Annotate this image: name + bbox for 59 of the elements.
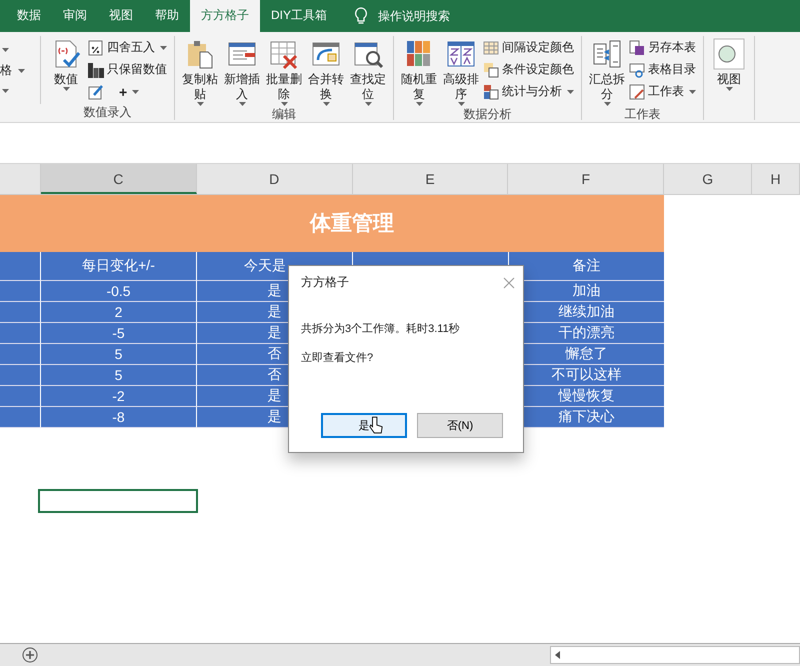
ribbon-tab[interactable]: 审阅 xyxy=(52,0,98,32)
table-cell: -2 xyxy=(40,386,196,407)
dialog-button[interactable]: 是 xyxy=(321,413,407,438)
group-label: 工作表 xyxy=(624,106,662,122)
ribbon-command[interactable]: 另存本表 xyxy=(629,38,698,57)
ribbon-button-label: 汇总拆分 xyxy=(588,72,626,102)
ribbon-button-label: 随机重复 xyxy=(400,72,438,102)
ribbon-command[interactable]: 四舍五入 xyxy=(88,38,169,57)
ribbon-command[interactable]: 统计与分析 xyxy=(483,82,576,101)
ribbon-tab[interactable]: 方方格子 xyxy=(190,0,260,32)
ribbon-command[interactable]: 条件设定颜色 xyxy=(483,60,576,79)
ribbon-button-label: 查找定位 xyxy=(349,72,387,102)
ribbon-button-label: 视图 xyxy=(716,72,742,87)
column-header[interactable]: G xyxy=(664,164,752,194)
table-title: 体重管理 xyxy=(40,195,664,252)
group-label: 编辑 xyxy=(271,106,297,122)
ribbon-button-label: 批量删除 xyxy=(265,72,303,102)
column-header[interactable]: C xyxy=(40,164,197,194)
table-cell: 5 xyxy=(40,344,196,365)
ribbon-button[interactable]: 合并转换 xyxy=(306,36,346,106)
ribbon-button-label: 数值 xyxy=(53,72,79,87)
table-cell: 5 xyxy=(40,365,196,386)
ribbon-button-label: 新增插入 xyxy=(223,72,261,102)
tell-me-search[interactable]: 操作说明搜索 xyxy=(378,8,450,24)
group-label: 数据分析 xyxy=(462,106,512,122)
ribbon-command[interactable]: 表格目录 xyxy=(629,60,698,79)
ribbon-command[interactable]: + xyxy=(88,82,169,101)
column-header[interactable]: F xyxy=(508,164,664,194)
ribbon-command[interactable]: 间隔设定颜色 xyxy=(483,38,576,57)
ribbon-tab[interactable]: 数据 xyxy=(6,0,52,32)
ribbon-button[interactable]: 随机重复 xyxy=(399,36,439,106)
table-cell: 2 xyxy=(40,302,196,323)
ribbon-command[interactable]: 只保留数值 xyxy=(88,60,169,79)
group-label: 数值录入 xyxy=(82,104,132,120)
table-header: 每日变化+/- xyxy=(40,252,196,281)
column-header[interactable]: H xyxy=(752,164,800,194)
ribbon-tab[interactable]: 视图 xyxy=(98,0,144,32)
ribbon-button-label: 合并转换 xyxy=(307,72,345,102)
column-header[interactable]: D xyxy=(196,164,353,194)
column-header[interactable]: E xyxy=(352,164,508,194)
ribbon-button[interactable]: 新增插入 xyxy=(222,36,262,106)
ribbon-tab[interactable]: 帮助 xyxy=(144,0,190,32)
ribbon-button[interactable]: 批量删除 xyxy=(264,36,304,106)
ribbon-tab[interactable]: DIY工具箱 xyxy=(260,0,338,32)
ribbon-button[interactable]: 复制粘贴 xyxy=(180,36,220,106)
table-cell: -0.5 xyxy=(40,281,196,302)
ribbon-command[interactable]: 格 xyxy=(0,62,12,79)
ribbon-button[interactable]: 视图 xyxy=(709,36,749,120)
table-cell: -5 xyxy=(40,323,196,344)
ribbon-button[interactable]: 高级排序 xyxy=(441,36,481,106)
table-header: 备注 xyxy=(508,252,664,281)
dialog-button[interactable]: 否(N) xyxy=(417,413,503,438)
ribbon-button-label: 高级排序 xyxy=(442,72,480,102)
table-cell: -8 xyxy=(40,407,196,428)
ribbon-command[interactable]: 工作表 xyxy=(629,82,698,101)
ribbon-button[interactable]: 数值 xyxy=(46,36,86,104)
ribbon-button[interactable]: 汇总拆分 xyxy=(587,36,627,106)
ribbon-button-label: 复制粘贴 xyxy=(181,72,219,102)
ribbon-button[interactable]: 查找定位 xyxy=(348,36,388,106)
